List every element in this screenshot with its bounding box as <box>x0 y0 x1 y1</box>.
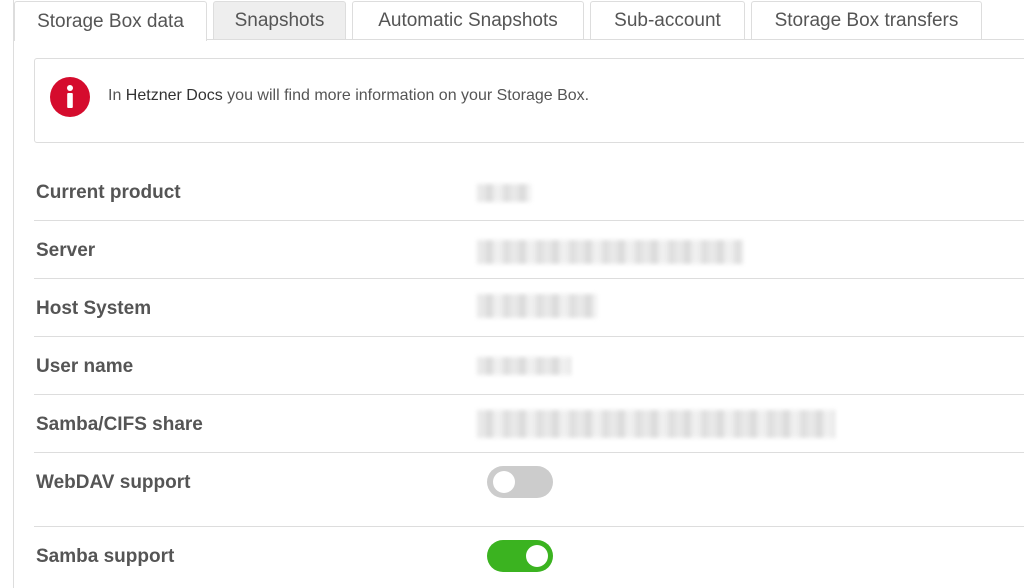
server-row: Server <box>34 221 1024 279</box>
tab-snapshots[interactable]: Snapshots <box>213 1 346 39</box>
webdav-toggle[interactable] <box>487 466 553 498</box>
webdav-row: WebDAV support <box>34 453 1024 527</box>
info-suffix: you will find more information on your S… <box>222 87 590 104</box>
user-name-label: User name <box>36 356 134 377</box>
tab-storage-box-data[interactable]: Storage Box data <box>14 1 207 41</box>
samba-row: Samba support <box>34 527 1024 588</box>
samba-label: Samba support <box>36 546 175 567</box>
content-left-border <box>13 0 14 588</box>
user-name-value-redacted <box>477 357 571 375</box>
samba-toggle[interactable] <box>487 540 553 572</box>
info-icon <box>50 77 90 117</box>
server-value-redacted <box>477 240 743 264</box>
tab-label: Storage Box transfers <box>774 9 959 31</box>
tab-sub-account[interactable]: Sub-account <box>590 1 745 39</box>
toggle-knob <box>526 545 548 567</box>
server-label: Server <box>36 240 96 261</box>
tab-storage-box-transfers[interactable]: Storage Box transfers <box>751 1 982 39</box>
user-name-row: User name <box>34 337 1024 395</box>
tab-label: Snapshots <box>234 9 325 31</box>
tab-automatic-snapshots[interactable]: Automatic Snapshots <box>352 1 584 39</box>
samba-share-label: Samba/CIFS share <box>36 414 203 435</box>
current-product-row: Current product <box>34 163 1024 221</box>
webdav-label: WebDAV support <box>36 472 191 493</box>
tab-label: Storage Box data <box>37 10 184 32</box>
samba-share-value-redacted <box>477 410 835 438</box>
host-system-value-redacted <box>477 294 597 318</box>
hetzner-docs-link[interactable]: Hetzner Docs <box>126 87 223 104</box>
current-product-value-redacted <box>477 184 531 202</box>
host-system-label: Host System <box>36 298 152 319</box>
tab-label: Sub-account <box>614 9 721 31</box>
host-system-row: Host System <box>34 279 1024 337</box>
current-product-label: Current product <box>36 182 181 203</box>
info-prefix: In <box>108 87 126 104</box>
tab-label: Automatic Snapshots <box>378 9 558 31</box>
toggle-knob <box>493 471 515 493</box>
info-alert: In Hetzner Docs you will find more infor… <box>34 58 1024 143</box>
info-message: In Hetzner Docs you will find more infor… <box>108 87 589 105</box>
samba-share-row: Samba/CIFS share <box>34 395 1024 453</box>
